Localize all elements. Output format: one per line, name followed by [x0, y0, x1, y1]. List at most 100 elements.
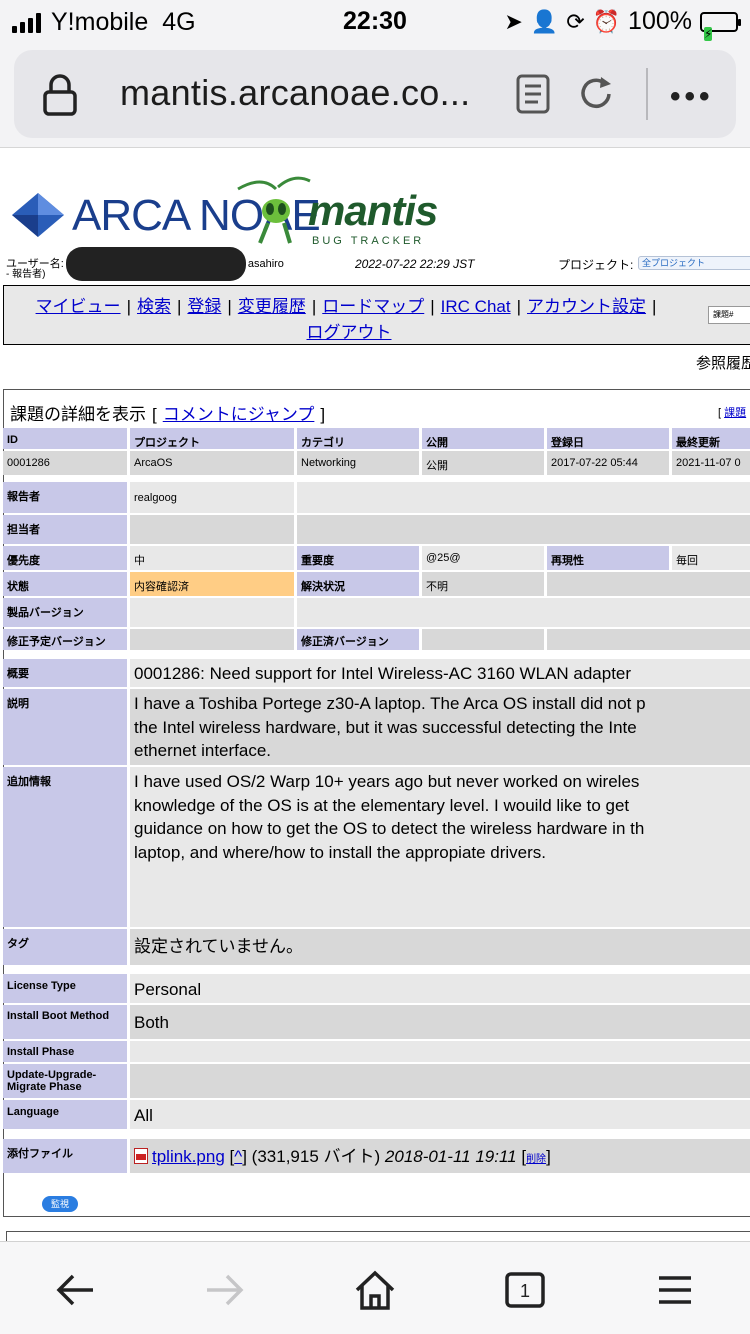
upgrade-phase-row: Update-Upgrade-Migrate Phase	[3, 1064, 750, 1098]
menu-search[interactable]: 検索	[137, 297, 171, 316]
attachments-row: 添付ファイル tplink.png [^] (331,915 バイト) 2018…	[3, 1139, 750, 1173]
image-file-icon	[134, 1148, 148, 1164]
status-right: ➤ 👤 ⟳ ⏰ 100% ⚡	[504, 7, 741, 41]
col-project: プロジェクト	[130, 428, 294, 449]
description-row: 説明 I have a Toshiba Portege z30-A laptop…	[3, 689, 750, 765]
attachment-preview-toggle[interactable]: ^	[234, 1147, 242, 1166]
summary-label: 概要	[3, 659, 127, 687]
target-version-value	[130, 629, 294, 650]
issue-action-link[interactable]: 課題	[724, 407, 746, 419]
resolution-label: 解決状況	[297, 572, 419, 596]
col-id: ID	[3, 428, 127, 449]
handler-value	[130, 515, 294, 544]
install-phase-value	[130, 1041, 750, 1062]
reporter-row: 報告者 realgoog	[3, 482, 750, 513]
menu-logout[interactable]: ログアウト	[307, 323, 392, 342]
boot-method-row: Install Boot Method Both	[3, 1005, 750, 1039]
menu-irc-chat[interactable]: IRC Chat	[441, 297, 511, 316]
mantis-logo-icon	[237, 176, 311, 244]
reproducibility-label: 再現性	[547, 546, 669, 570]
language-value: All	[130, 1100, 750, 1129]
tags-value: 設定されていません。	[130, 929, 750, 965]
url-field[interactable]: mantis.arcanoae.co... •••	[14, 50, 736, 138]
menu-hamburger-icon[interactable]	[653, 1268, 697, 1312]
priority-row: 優先度 中 重要度 @25@ 再現性 毎回	[3, 546, 750, 570]
menu-account-settings[interactable]: アカウント設定	[527, 297, 646, 316]
battery-percent: 100%	[628, 7, 692, 35]
license-row: License Type Personal	[3, 974, 750, 1003]
attachment-link[interactable]: tplink.png	[152, 1147, 225, 1166]
menu-line-1: マイビュー | 検索 | 登録 | 変更履歴 | ロードマップ | IRC Chat | アカウント設定…	[35, 297, 657, 316]
home-icon[interactable]	[353, 1268, 397, 1312]
upgrade-phase-value	[130, 1064, 750, 1098]
target-version-row: 修正予定バージョン 修正済バージョン	[3, 629, 750, 650]
project-label: プロジェクト:	[558, 258, 634, 272]
col-last-update: 最終更新	[672, 428, 750, 449]
fixed-version-label: 修正済バージョン	[297, 629, 419, 650]
additional-info-row: 追加情報 I have used OS/2 Warp 10+ years ago…	[3, 767, 750, 927]
svg-text:1: 1	[520, 1281, 530, 1301]
toolbar-divider	[646, 68, 648, 120]
status-spacer	[547, 572, 750, 596]
target-version-label: 修正予定バージョン	[3, 629, 127, 650]
access-level: - 報告者)	[6, 269, 46, 280]
fixed-version-value	[422, 629, 544, 650]
browser-toolbar: 1	[0, 1241, 750, 1334]
product-version-row: 製品バージョン	[3, 598, 750, 627]
upgrade-phase-label: Update-Upgrade-Migrate Phase	[3, 1064, 127, 1098]
menu-report[interactable]: 登録	[187, 297, 221, 316]
severity-value: @25@	[422, 546, 544, 570]
project-select[interactable]: 全プロジェクト	[638, 256, 750, 270]
logo-row: ARCA NOAE mantis BUG TRACKER	[0, 165, 750, 247]
menu-changelog[interactable]: 変更履歴	[238, 297, 306, 316]
attachments-value: tplink.png [^] (331,915 バイト) 2018-01-11 …	[130, 1139, 750, 1173]
forward-arrow-icon[interactable]	[203, 1268, 247, 1312]
url-text[interactable]: mantis.arcanoae.co...	[120, 72, 500, 114]
description-value: I have a Toshiba Portege z30-A laptop. T…	[130, 689, 750, 765]
boot-method-label: Install Boot Method	[3, 1005, 127, 1039]
issue-head-right: [ 課題	[718, 407, 747, 419]
col-submitted: 登録日	[547, 428, 669, 449]
menu-roadmap[interactable]: ロードマップ	[322, 297, 424, 316]
reader-view-icon[interactable]	[516, 74, 550, 114]
product-version-value	[130, 598, 294, 627]
attachment-size: (331,915 バイト)	[251, 1147, 381, 1166]
tabs-icon[interactable]: 1	[503, 1268, 547, 1312]
tags-label: タグ	[3, 929, 127, 965]
arca-noae-logo-icon	[12, 193, 64, 237]
language-label: Language	[3, 1100, 127, 1129]
priority-value: 中	[130, 546, 294, 570]
back-arrow-icon[interactable]	[53, 1268, 97, 1312]
summary-value: 0001286: Need support for Intel Wireless…	[130, 659, 750, 687]
more-options-icon[interactable]: •••	[670, 80, 714, 114]
mantis-logo-subtitle: BUG TRACKER	[312, 235, 425, 247]
issue-last-update: 2021-11-07 0	[672, 451, 750, 475]
attachment-delete-link[interactable]: 削除	[526, 1154, 546, 1165]
priority-label: 優先度	[3, 546, 127, 570]
summary-row: 概要 0001286: Need support for Intel Wirel…	[3, 659, 750, 687]
server-timestamp: 2022-07-22 22:29 JST	[355, 257, 475, 271]
jump-to-comments-link[interactable]: コメントにジャンプ	[163, 405, 315, 424]
mantis-logo-text: mantis	[308, 187, 438, 234]
status-value: 内容確認済	[130, 572, 294, 596]
install-phase-row: Install Phase	[3, 1041, 750, 1062]
reload-icon[interactable]	[576, 74, 616, 114]
redacted-username	[65, 247, 246, 281]
next-section-edge	[6, 1231, 750, 1241]
tags-row: タグ 設定されていません。	[3, 929, 750, 965]
license-label: License Type	[3, 974, 127, 1003]
issue-category: Networking	[297, 451, 419, 475]
boot-method-value: Both	[130, 1005, 750, 1039]
attachment-date: 2018-01-11 19:11	[384, 1147, 517, 1166]
description-label: 説明	[3, 689, 127, 765]
monitor-button[interactable]: 監視	[42, 1196, 78, 1212]
product-version-spacer	[297, 598, 750, 627]
license-value: Personal	[130, 974, 750, 1003]
recently-visited: 参照履歴	[696, 355, 750, 372]
additional-info-value: I have used OS/2 Warp 10+ years ago but …	[130, 767, 750, 927]
browser-address-bar: mantis.arcanoae.co... •••	[0, 42, 750, 148]
handler-row: 担当者	[3, 515, 750, 544]
reporter-value: realgoog	[130, 482, 294, 513]
menu-my-view[interactable]: マイビュー	[36, 297, 121, 316]
issue-number-input[interactable]: 課題#	[708, 306, 750, 324]
